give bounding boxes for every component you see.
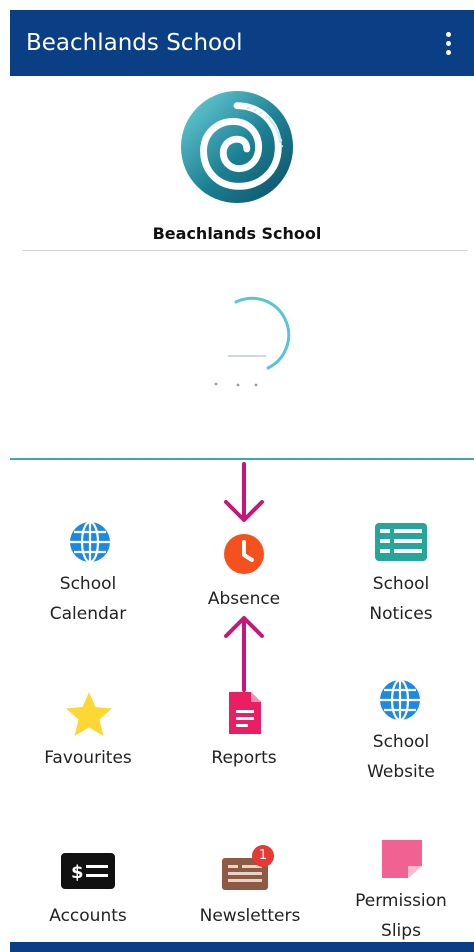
app-title: Beachlands School (26, 30, 243, 56)
arrow-down-icon (224, 462, 264, 522)
school-name: Beachlands School (152, 224, 322, 243)
tile-label: Newsletters (199, 906, 301, 926)
arrow-up-icon (224, 616, 264, 692)
tile-favourites[interactable]: Favourites (18, 743, 158, 773)
school-logo (180, 90, 294, 204)
tile-permission-slips[interactable]: Permission Slips (331, 886, 471, 946)
svg-text:$: $ (71, 862, 84, 883)
tile-label: Permission (355, 891, 447, 911)
sticky-note-icon (382, 840, 422, 878)
tile-accounts[interactable]: Accounts (18, 901, 158, 931)
tile-absence[interactable]: Absence (174, 584, 314, 614)
app-bar: Beachlands School (10, 10, 474, 76)
tile-label: Favourites (44, 748, 132, 768)
tile-label: School (59, 574, 117, 594)
tile-school-calendar[interactable]: School Calendar (18, 569, 158, 629)
loading-spinner-icon (214, 296, 291, 387)
tile-label: Reports (211, 748, 277, 768)
globe-icon (70, 520, 110, 564)
document-icon (229, 692, 261, 734)
bottom-bar (10, 942, 474, 952)
tile-school-notices[interactable]: School Notices (331, 569, 471, 629)
star-icon (66, 692, 112, 736)
more-vertical-icon[interactable] (436, 27, 460, 59)
tile-newsletters[interactable]: Newsletters (180, 901, 320, 931)
notices-icon (375, 523, 427, 561)
tile-reports[interactable]: Reports (174, 743, 314, 773)
tile-label: School (372, 732, 430, 752)
newsletter-badge: 1 (252, 845, 274, 867)
tile-school-website[interactable]: School Website (331, 727, 471, 787)
globe-icon (380, 678, 420, 722)
dollar-card-icon: $ (61, 853, 115, 889)
tile-label: Website (367, 762, 435, 782)
tile-label: Accounts (49, 906, 127, 926)
tile-label: Calendar (49, 604, 127, 624)
tile-label: Absence (207, 589, 281, 609)
divider (22, 250, 468, 251)
section-divider (10, 458, 474, 460)
clock-icon (224, 534, 264, 574)
tile-label: Notices (369, 604, 433, 624)
tile-label: School (372, 574, 430, 594)
